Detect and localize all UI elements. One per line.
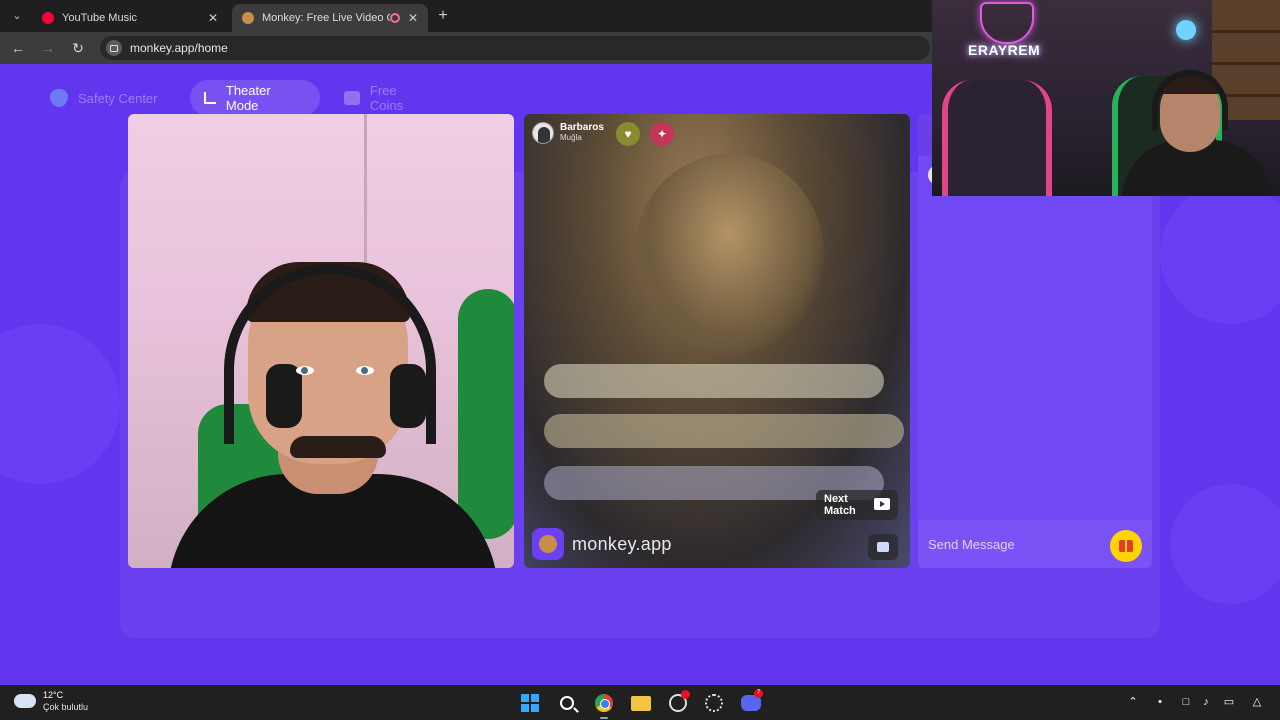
background-blob <box>1170 484 1280 604</box>
person-eye <box>356 366 374 375</box>
theater-mode-label: Theater Mode <box>225 83 271 113</box>
address-bar[interactable]: monkey.app/home <box>100 36 930 60</box>
battery-icon[interactable]: ▭ <box>1222 695 1236 709</box>
weather-description: Çok bulutlu <box>43 702 89 712</box>
shield-icon <box>50 89 68 107</box>
camera-permission-icon[interactable] <box>106 40 122 56</box>
volume-icon[interactable]: ♪ <box>1199 695 1213 709</box>
play-icon <box>874 498 890 510</box>
back-arrow-icon[interactable]: ← <box>8 38 28 58</box>
network-icon[interactable]: □ <box>1179 695 1193 709</box>
streamer-webcam-overlay: ERAYREM <box>932 0 1280 196</box>
background-blob <box>0 324 120 484</box>
neon-cat-sign <box>980 2 1034 44</box>
monkey-brand: monkey.app <box>532 528 672 560</box>
microphone-icon[interactable]: • <box>1153 695 1167 709</box>
send-gift-button[interactable] <box>1110 530 1142 562</box>
self-video-feed <box>128 114 514 568</box>
taskbar-discord[interactable]: 7 <box>740 689 763 714</box>
safety-center-button[interactable]: Safety Center <box>36 80 176 116</box>
chrome-icon <box>595 694 613 712</box>
tab-youtube-music[interactable]: YouTube Music ✕ <box>32 4 228 32</box>
gaming-chair <box>458 289 514 539</box>
skip-button[interactable] <box>868 534 898 560</box>
expand-icon <box>204 92 216 104</box>
gaming-chair <box>942 80 1052 196</box>
tab-search-chevron-icon[interactable]: ⌄ <box>6 6 28 26</box>
safety-center-label: Safety Center <box>78 90 158 106</box>
notification-dot <box>681 690 690 699</box>
notification-badge: 7 <box>754 689 763 698</box>
close-tab-icon[interactable]: ✕ <box>208 11 218 25</box>
youtube-music-icon <box>42 12 54 24</box>
ring-light <box>1176 20 1196 40</box>
match-face <box>634 154 824 354</box>
windows-taskbar: 12°C Çok bulutlu 7 ⌃ • □ ♪ ▭ △ <box>0 685 1280 720</box>
forward-arrow-icon[interactable]: → <box>38 38 58 58</box>
free-coins-button[interactable]: Free Coins <box>330 80 440 116</box>
recording-icon <box>389 13 400 23</box>
windows-logo-icon <box>521 694 539 712</box>
active-indicator <box>600 717 608 719</box>
show-hidden-icons-chevron-icon[interactable]: ⌃ <box>1126 695 1140 709</box>
reload-icon[interactable]: ↻ <box>68 38 88 58</box>
headset-earcup <box>266 364 302 428</box>
taskbar-file-explorer[interactable] <box>630 692 652 714</box>
tab-title: YouTube Music <box>62 12 138 24</box>
search-icon <box>560 696 574 710</box>
heart-badge-icon[interactable]: ♥ <box>616 122 640 146</box>
partly-cloudy-icon <box>14 688 36 708</box>
taskbar-chrome[interactable] <box>593 692 615 719</box>
tab-title: Monkey: Free Live Video Ch <box>262 12 390 24</box>
neon-sign-text: ERAYREM <box>968 42 1041 58</box>
send-message-input[interactable] <box>928 536 1098 552</box>
weather-temperature: 12°C <box>43 690 64 700</box>
notifications-bell-icon[interactable]: △ <box>1250 695 1264 709</box>
person-eye <box>296 366 314 375</box>
background-blob <box>1160 184 1280 324</box>
chat-input-bar <box>918 520 1152 568</box>
next-match-label: Next <box>824 493 848 505</box>
start-button[interactable] <box>519 692 541 714</box>
person-mustache <box>290 436 386 458</box>
new-tab-plus-icon[interactable]: + <box>434 6 452 26</box>
skip-icon <box>877 542 889 552</box>
free-coins-label: Free Coins <box>369 83 404 113</box>
match-city: Muğla <box>560 133 582 142</box>
tab-monkey[interactable]: Monkey: Free Live Video Ch ✕ <box>232 4 428 32</box>
taskbar-chatgpt[interactable] <box>703 692 725 714</box>
coins-icon <box>344 91 360 105</box>
shirt-stripe <box>544 414 904 448</box>
search-button[interactable] <box>556 692 578 714</box>
shirt-stripe <box>544 364 884 398</box>
close-tab-icon[interactable]: ✕ <box>408 11 418 25</box>
avatar <box>532 122 554 144</box>
folder-icon <box>631 695 651 711</box>
gift-icon <box>1119 540 1133 552</box>
match-profile-tag[interactable]: Barbaros Muğla <box>532 122 604 144</box>
shelf-board <box>1212 30 1280 33</box>
shelf-board <box>1212 62 1280 65</box>
match-video-feed: Barbaros Muğla ♥ ✦ Next Match monkey.app <box>524 114 910 568</box>
monkey-logo-icon <box>532 528 564 560</box>
taskbar-app[interactable] <box>667 690 690 714</box>
monkey-icon <box>242 12 254 24</box>
gift-badge-icon[interactable]: ✦ <box>650 122 674 146</box>
chatgpt-icon <box>705 694 723 712</box>
next-match-label: Match <box>824 505 856 517</box>
url-text[interactable]: monkey.app/home <box>130 41 228 55</box>
weather-widget[interactable]: 12°C Çok bulutlu <box>14 688 89 713</box>
match-name: Barbaros <box>560 122 604 133</box>
brand-text: monkey.app <box>572 533 672 554</box>
next-match-button[interactable]: Next Match <box>816 490 898 520</box>
theater-mode-button[interactable]: Theater Mode <box>190 80 320 116</box>
headset-earcup <box>390 364 426 428</box>
